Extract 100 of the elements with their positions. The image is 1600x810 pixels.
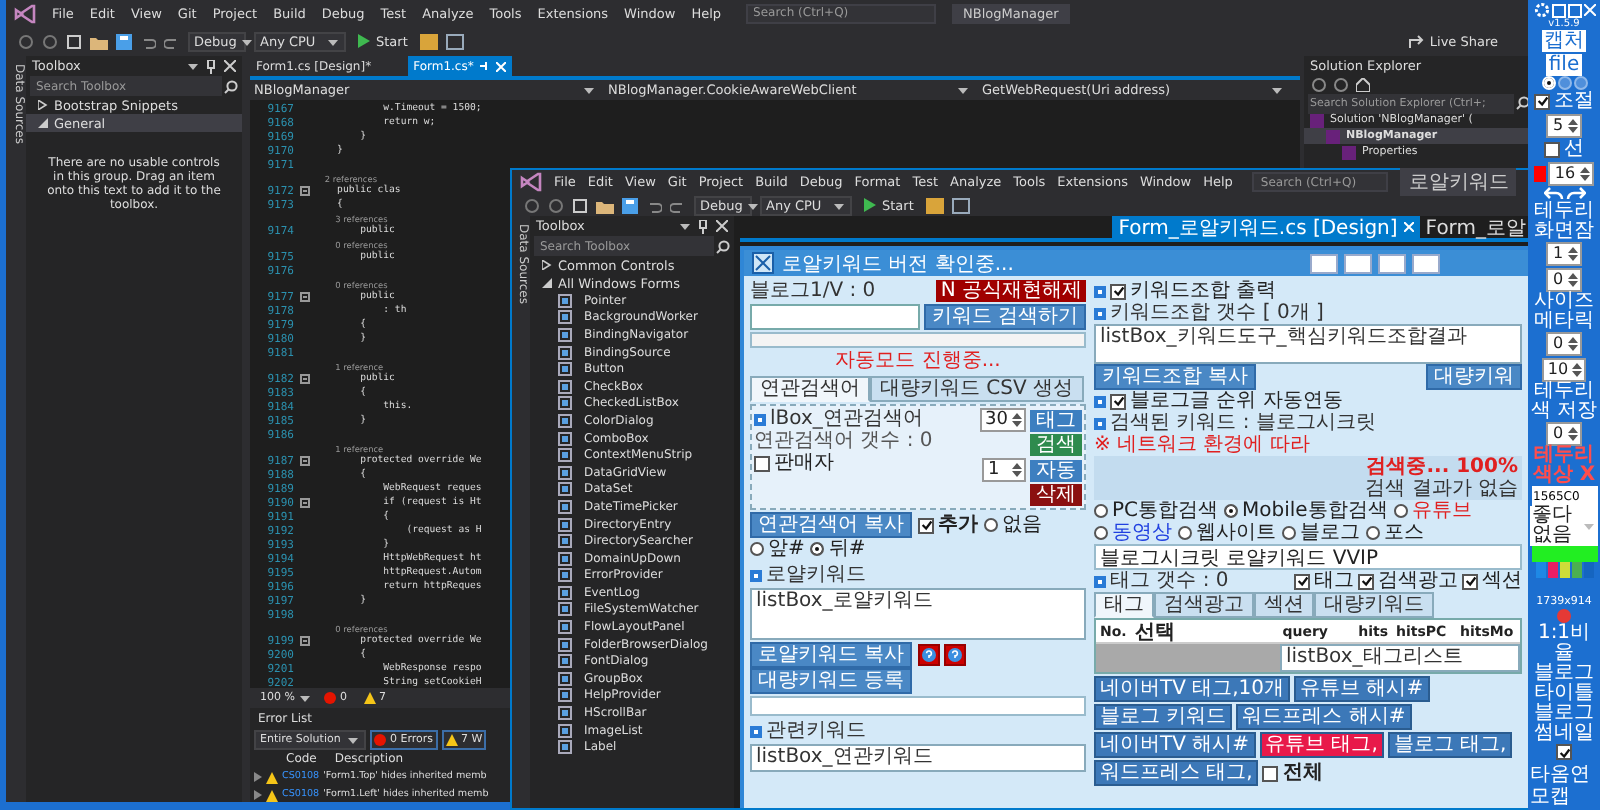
share-button[interactable]: 네이버TV 해시# (1094, 732, 1256, 758)
option-link[interactable]: 1:1비율 (1530, 624, 1598, 664)
collapse-icon[interactable] (299, 186, 309, 196)
official-button[interactable]: N 공식재현해제 (936, 280, 1086, 302)
number-field[interactable]: 0 (1546, 268, 1582, 292)
forward-icon[interactable] (548, 197, 564, 213)
list-box[interactable]: listBox_키워드도구_핵심키워드조합결과 (1094, 324, 1522, 364)
redo-icon[interactable] (670, 197, 686, 213)
radio-button[interactable] (1393, 504, 1408, 518)
query-field[interactable]: 블로그시크릿 로얄키워드 VVIP (1094, 544, 1522, 570)
radio-button[interactable] (810, 542, 825, 556)
number-field[interactable]: 30 (979, 408, 1026, 432)
save-icon[interactable] (116, 33, 132, 49)
share-button[interactable]: 워드프레스 태그, (1094, 760, 1259, 786)
number-field[interactable]: 10 (1541, 358, 1587, 382)
checkbox[interactable] (1110, 393, 1126, 409)
number-field[interactable]: 1 (1546, 242, 1582, 266)
list-box[interactable]: listBox_연관키워드 (750, 744, 1086, 772)
number-field[interactable]: 0 (1546, 332, 1582, 356)
back-icon[interactable] (18, 33, 34, 49)
help-button[interactable] (944, 644, 967, 666)
checkbox[interactable] (1462, 573, 1478, 589)
close-icon[interactable] (224, 60, 236, 72)
search-icon[interactable] (1516, 96, 1530, 110)
color-swatch[interactable] (1559, 562, 1569, 578)
share-button[interactable]: 유튜브 해시# (1294, 676, 1430, 702)
checkbox[interactable] (1556, 744, 1572, 760)
collapse-icon[interactable] (299, 498, 309, 508)
tab[interactable]: 섹션 (1254, 592, 1314, 618)
redo-icon[interactable] (164, 33, 180, 49)
tab[interactable]: 태그 (1094, 592, 1154, 618)
checkbox[interactable] (1110, 283, 1126, 299)
dropdown-icon[interactable] (186, 60, 198, 72)
list-box[interactable]: listBox_로얄키워드 (750, 588, 1086, 640)
maximize-icon[interactable] (1567, 3, 1581, 17)
number-field[interactable]: 5 (1546, 114, 1582, 138)
tab[interactable]: 연관검색어 (750, 376, 870, 402)
gear-icon[interactable] (1533, 2, 1549, 18)
checkbox[interactable] (1262, 765, 1279, 781)
search-icon[interactable] (716, 239, 730, 253)
radio-button[interactable] (1224, 504, 1239, 518)
number-field[interactable]: 16 (1548, 162, 1594, 186)
undo-icon[interactable] (140, 33, 156, 49)
redo-icon[interactable] (1565, 186, 1585, 202)
undo-icon[interactable] (1543, 186, 1563, 202)
dropdown-icon[interactable] (678, 220, 690, 232)
option-link[interactable]: 블로그타이틀 (1530, 664, 1598, 704)
option-link[interactable]: 블로그썸네일 (1530, 704, 1598, 744)
tab[interactable]: 대량키워드 CSV 생성 (870, 376, 1084, 402)
forward-icon[interactable] (1334, 78, 1348, 92)
keyword-search-button[interactable]: 키워드 검색하기 (923, 304, 1086, 330)
window-button[interactable] (1344, 253, 1372, 273)
action-button[interactable]: 검색 (1030, 434, 1082, 456)
radio-button[interactable] (750, 542, 764, 556)
checkbox[interactable] (1544, 141, 1560, 157)
window-button[interactable] (1412, 253, 1440, 273)
color-swatch[interactable] (1583, 562, 1593, 578)
forward-icon[interactable] (42, 33, 58, 49)
checkbox[interactable] (754, 455, 770, 471)
share-button[interactable]: 워드프레스 해시# (1236, 704, 1412, 730)
color-swatch[interactable] (1547, 562, 1557, 578)
search-icon[interactable] (224, 79, 238, 93)
undo-icon[interactable] (646, 197, 662, 213)
action-button[interactable]: 태그 (1030, 409, 1082, 431)
close-icon[interactable] (716, 220, 728, 232)
capture-button[interactable]: file (1546, 54, 1582, 76)
back-icon[interactable] (524, 197, 540, 213)
copy-button[interactable]: 키워드조합 복사 (1094, 364, 1257, 390)
back-icon[interactable] (1312, 78, 1326, 92)
radio-button[interactable] (1366, 526, 1380, 540)
new-item-icon[interactable] (66, 33, 82, 49)
radio-button[interactable] (1178, 526, 1192, 540)
copy-button[interactable]: 연관검색어 복사 (750, 512, 913, 538)
pin-icon[interactable] (206, 59, 216, 73)
collapse-icon[interactable] (299, 456, 309, 466)
number-field[interactable]: 0 (1546, 422, 1582, 446)
text-field[interactable] (750, 332, 1086, 348)
checkbox[interactable] (1294, 573, 1310, 589)
copy-button[interactable]: 로얄키워드 복사 (750, 642, 913, 668)
capture-button[interactable]: 캡처 (1542, 30, 1586, 52)
share-button[interactable]: 블로그 태그, (1387, 732, 1513, 758)
radio-button[interactable] (984, 518, 999, 532)
color-swatch[interactable] (1571, 562, 1581, 578)
document-tab[interactable]: Form_로알 (1419, 216, 1532, 238)
checkbox[interactable] (918, 517, 935, 533)
checkbox[interactable] (1534, 93, 1550, 109)
window-button[interactable] (1378, 253, 1406, 273)
radio-button[interactable] (1282, 526, 1296, 540)
bulk-button[interactable]: 대량키워 (1426, 364, 1522, 390)
radio-button[interactable] (1573, 76, 1587, 90)
share-button[interactable]: 유튜브 태그, (1259, 732, 1384, 758)
radio-button[interactable] (1557, 76, 1571, 90)
column-header[interactable]: 선택 (1130, 617, 1179, 645)
action-button[interactable]: 자동 (1030, 459, 1082, 481)
style-dropdown[interactable]: 좋다없음 (1530, 506, 1598, 546)
window-icon[interactable] (1551, 3, 1565, 17)
pin-icon[interactable] (698, 219, 708, 233)
share-button[interactable]: 블로그 키워드 (1094, 704, 1233, 730)
text-field[interactable] (750, 696, 1086, 716)
collapse-icon[interactable] (299, 374, 309, 384)
